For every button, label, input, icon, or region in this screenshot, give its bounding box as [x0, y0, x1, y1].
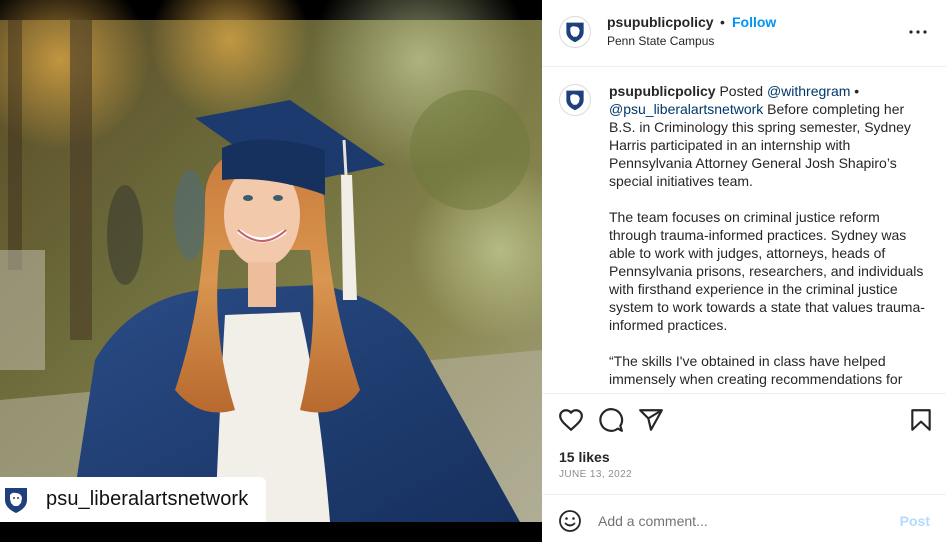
penn-state-logo-icon [566, 22, 584, 43]
share-icon[interactable] [638, 407, 664, 433]
follow-button[interactable]: Follow [732, 14, 776, 30]
repost-username[interactable]: psu_liberalartsnetwork [46, 488, 248, 511]
graduation-photo [0, 0, 542, 542]
post-details-panel: psupublicpolicy • Follow Penn State Camp… [542, 0, 946, 542]
posted-prefix: Posted [715, 83, 767, 99]
emoji-icon[interactable] [558, 509, 582, 533]
comment-icon[interactable] [598, 407, 624, 433]
avatar[interactable] [559, 84, 591, 116]
caption-paragraph-2: The team focuses on criminal justice ref… [609, 209, 925, 333]
tagged-handle-link[interactable]: @psu_liberalartsnetwork [609, 101, 763, 117]
comment-input[interactable] [598, 507, 878, 535]
caption-text: psupublicpolicy Posted @withregram • @psu… [609, 82, 927, 393]
caption-username[interactable]: psupublicpolicy [609, 83, 716, 99]
bullet: • [850, 83, 860, 99]
penn-state-logo-icon [566, 90, 584, 111]
repost-attribution-tag[interactable]: psu_liberalartsnetwork [0, 477, 266, 522]
post-date[interactable]: JUNE 13, 2022 [559, 469, 632, 480]
avatar[interactable] [559, 16, 591, 48]
action-bar [542, 400, 946, 440]
penn-state-logo-icon [5, 487, 27, 513]
post-comment-button[interactable]: Post [900, 513, 930, 529]
bookmark-icon[interactable] [908, 407, 934, 433]
comment-bar: Post [542, 494, 946, 542]
post-photo[interactable]: psu_liberalartsnetwork [0, 0, 542, 542]
caption-paragraph-3: “The skills I've obtained in class have … [609, 353, 903, 387]
caption-paragraph: psupublicpolicy Posted @withregram • @psu… [609, 82, 927, 190]
separator-dot: • [720, 14, 725, 30]
heart-icon[interactable] [558, 407, 584, 433]
credit-handle-link[interactable]: @withregram [767, 83, 850, 99]
header-username[interactable]: psupublicpolicy [607, 14, 714, 30]
location-link[interactable]: Penn State Campus [607, 34, 714, 48]
post-header: psupublicpolicy • Follow Penn State Camp… [542, 0, 946, 67]
caption-section: psupublicpolicy Posted @withregram • @psu… [542, 68, 946, 394]
likes-count[interactable]: 15 likes [559, 449, 610, 465]
more-options-icon[interactable] [908, 22, 928, 42]
